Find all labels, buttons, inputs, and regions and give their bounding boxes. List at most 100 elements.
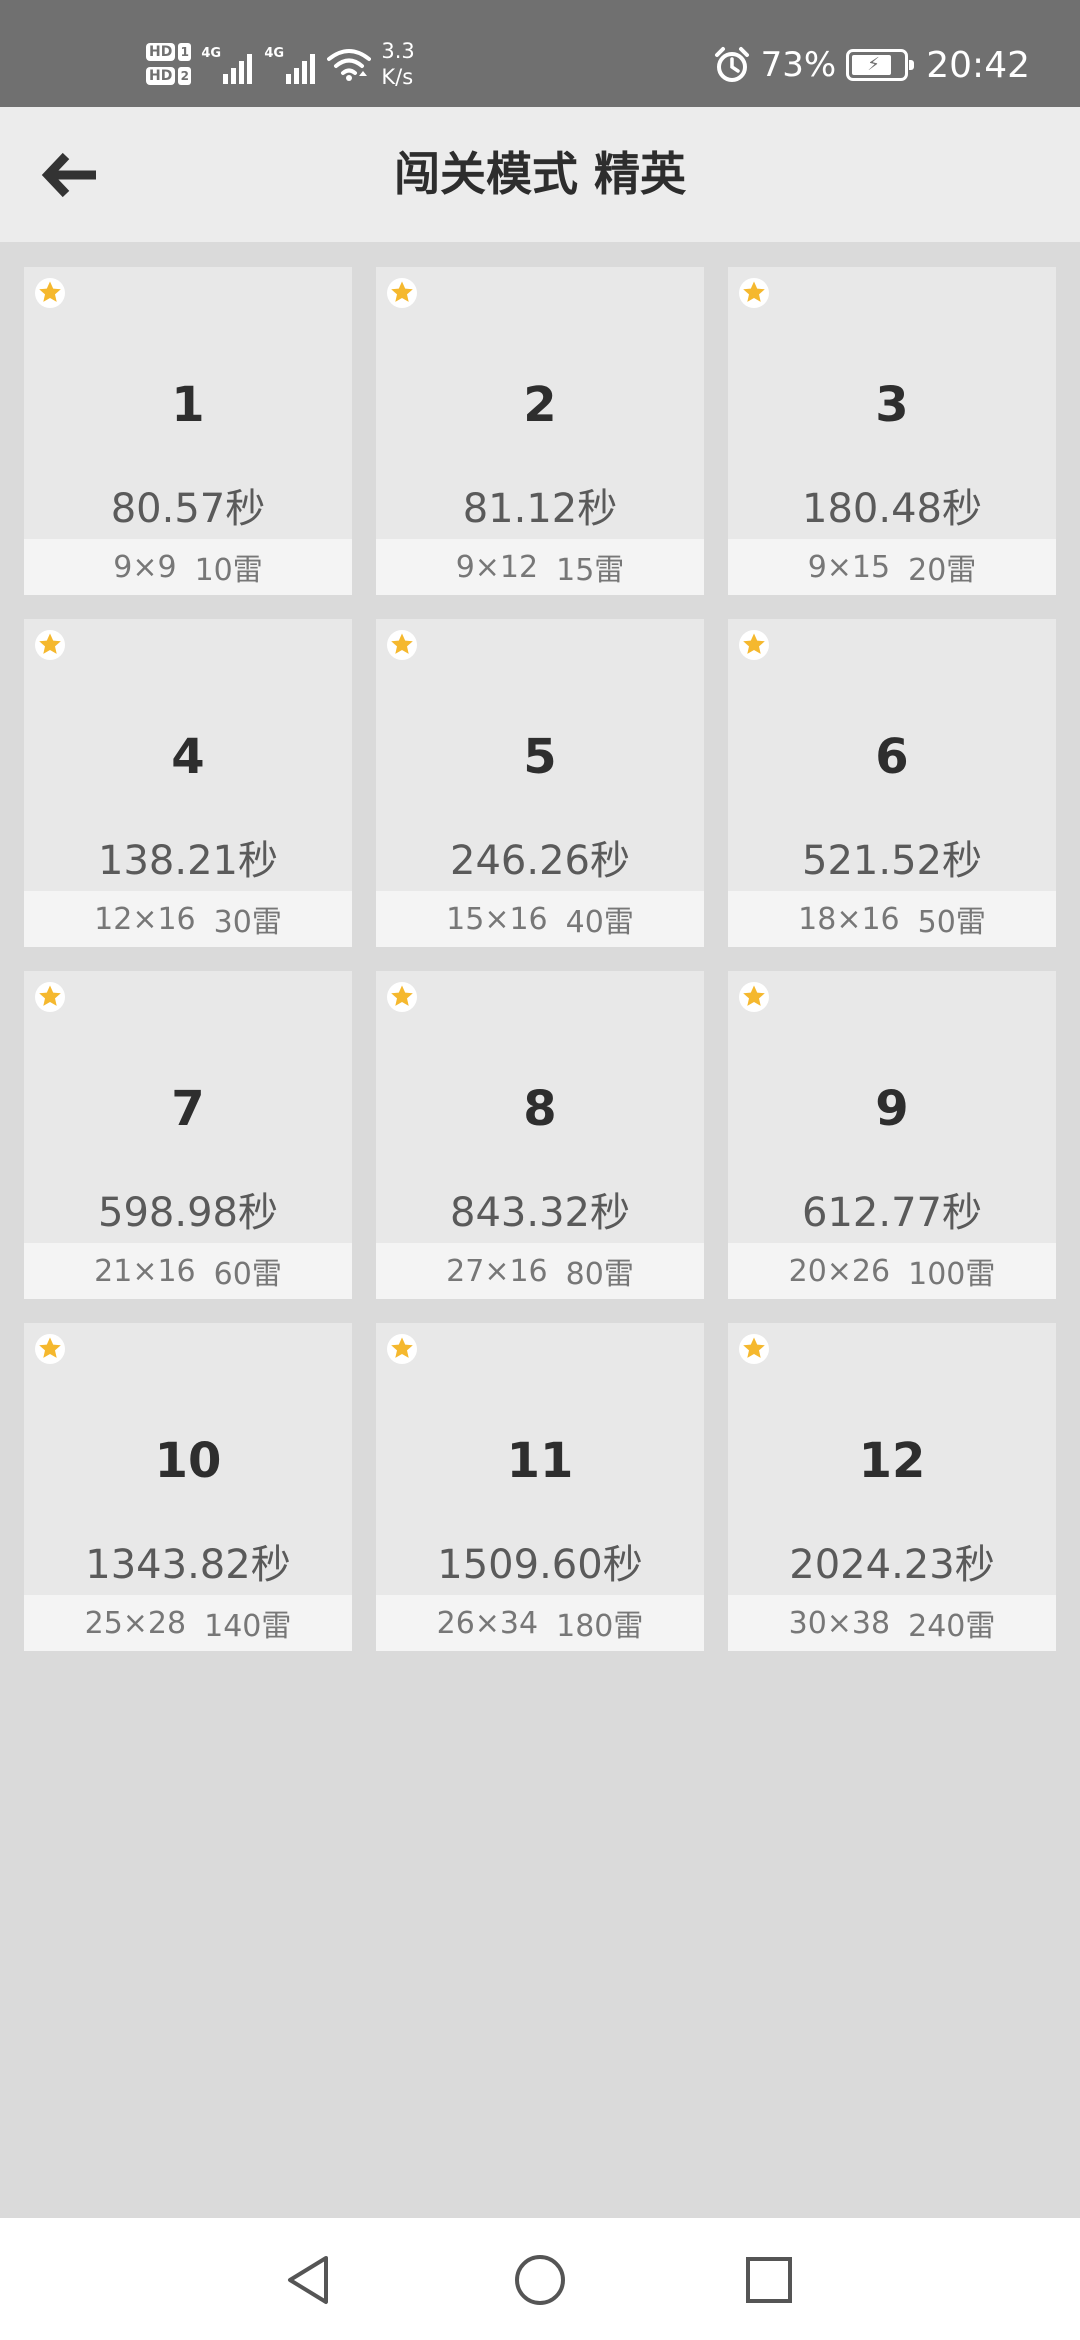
speed-unit: K/s bbox=[381, 65, 414, 89]
level-number: 12 bbox=[858, 1433, 926, 1489]
level-info: 20×26 100雷 bbox=[728, 1243, 1056, 1299]
speed-value: 3.3 bbox=[381, 39, 415, 63]
level-card[interactable]: 2 81.12秒 9×12 15雷 bbox=[376, 267, 704, 595]
level-grid: 1 80.57秒 9×9 10雷 2 81.12秒 9×12 15雷 3 180.48秒 9×15 2… bbox=[24, 267, 1056, 1651]
status-right: 73% ⚡ 20:42 bbox=[713, 40, 1030, 90]
board-size: 27×16 bbox=[446, 1253, 548, 1289]
board-size: 15×16 bbox=[446, 901, 548, 937]
network-type: 4G bbox=[201, 46, 222, 61]
level-card[interactable]: 10 1343.82秒 25×28 140雷 bbox=[24, 1323, 352, 1651]
board-size: 18×16 bbox=[798, 901, 900, 937]
level-info: 30×38 240雷 bbox=[728, 1595, 1056, 1651]
mine-count: 50雷 bbox=[917, 905, 986, 940]
best-time: 180.48秒 bbox=[802, 486, 982, 532]
mine-count: 40雷 bbox=[565, 905, 634, 940]
board-size: 30×38 bbox=[788, 1605, 891, 1641]
nav-recents-button[interactable] bbox=[729, 2240, 809, 2320]
best-time: 521.52秒 bbox=[802, 838, 982, 884]
level-info: 9×12 15雷 bbox=[376, 539, 704, 595]
level-card[interactable]: 6 521.52秒 18×16 50雷 bbox=[728, 619, 1056, 947]
mine-count: 180雷 bbox=[556, 1609, 644, 1644]
board-size: 9×12 bbox=[455, 549, 539, 585]
level-info: 25×28 140雷 bbox=[24, 1595, 352, 1651]
mine-count: 80雷 bbox=[565, 1257, 634, 1292]
clock: 20:42 bbox=[926, 44, 1030, 86]
hd-badge: HD bbox=[146, 67, 176, 85]
board-size: 25×28 bbox=[84, 1605, 187, 1641]
nav-back-button[interactable] bbox=[268, 2240, 348, 2320]
signal-icon: 4G bbox=[201, 44, 253, 84]
board-size: 20×26 bbox=[788, 1253, 891, 1289]
level-card[interactable]: 1 80.57秒 9×9 10雷 bbox=[24, 267, 352, 595]
level-card[interactable]: 8 843.32秒 27×16 80雷 bbox=[376, 971, 704, 1299]
level-card[interactable]: 11 1509.60秒 26×34 180雷 bbox=[376, 1323, 704, 1651]
signal-icon: 4G bbox=[264, 44, 316, 84]
mine-count: 60雷 bbox=[213, 1257, 282, 1292]
level-card[interactable]: 5 246.26秒 15×16 40雷 bbox=[376, 619, 704, 947]
level-card[interactable]: 4 138.21秒 12×16 30雷 bbox=[24, 619, 352, 947]
network-speed: 3.3 K/s bbox=[381, 38, 414, 90]
level-info: 21×16 60雷 bbox=[24, 1243, 352, 1299]
best-time: 2024.23秒 bbox=[789, 1542, 995, 1588]
arrow-left-icon bbox=[41, 152, 96, 198]
page-title: 闯关模式 精英 bbox=[393, 147, 686, 201]
best-time: 246.26秒 bbox=[450, 838, 630, 884]
home-circle-icon bbox=[515, 2255, 565, 2305]
level-card[interactable]: 12 2024.23秒 30×38 240雷 bbox=[728, 1323, 1056, 1651]
star-icon bbox=[35, 1334, 65, 1364]
level-card[interactable]: 3 180.48秒 9×15 20雷 bbox=[728, 267, 1056, 595]
level-info: 9×9 10雷 bbox=[24, 539, 352, 595]
level-info: 27×16 80雷 bbox=[376, 1243, 704, 1299]
level-number: 6 bbox=[875, 729, 909, 785]
level-info: 9×15 20雷 bbox=[728, 539, 1056, 595]
star-icon bbox=[739, 982, 769, 1012]
star-icon bbox=[35, 982, 65, 1012]
star-icon bbox=[35, 630, 65, 660]
best-time: 843.32秒 bbox=[450, 1190, 630, 1236]
mine-count: 10雷 bbox=[194, 553, 263, 588]
level-number: 3 bbox=[875, 377, 909, 433]
wifi-icon bbox=[327, 49, 372, 81]
star-icon bbox=[35, 278, 65, 308]
level-number: 4 bbox=[171, 729, 205, 785]
nav-home-button[interactable] bbox=[500, 2240, 580, 2320]
star-icon bbox=[739, 630, 769, 660]
hd-badge: HD bbox=[146, 43, 176, 61]
back-button[interactable] bbox=[30, 143, 110, 207]
star-icon bbox=[387, 630, 417, 660]
star-icon bbox=[387, 982, 417, 1012]
board-size: 21×16 bbox=[94, 1253, 196, 1289]
star-icon bbox=[387, 1334, 417, 1364]
level-number: 5 bbox=[523, 729, 557, 785]
best-time: 598.98秒 bbox=[98, 1190, 278, 1236]
battery-charging-icon: ⚡ bbox=[846, 49, 915, 81]
best-time: 80.57秒 bbox=[110, 486, 266, 532]
best-time: 81.12秒 bbox=[462, 486, 618, 532]
level-info: 15×16 40雷 bbox=[376, 891, 704, 947]
level-card[interactable]: 9 612.77秒 20×26 100雷 bbox=[728, 971, 1056, 1299]
star-icon bbox=[739, 278, 769, 308]
board-size: 9×9 bbox=[113, 549, 177, 585]
best-time: 138.21秒 bbox=[98, 838, 278, 884]
star-icon bbox=[387, 278, 417, 308]
back-triangle-icon bbox=[288, 2256, 328, 2304]
recents-square-icon bbox=[746, 2257, 792, 2303]
best-time: 1509.60秒 bbox=[437, 1542, 643, 1588]
app-bar: 闯关模式 精英 bbox=[0, 107, 1080, 242]
mine-count: 140雷 bbox=[204, 1609, 292, 1644]
network-type: 4G bbox=[264, 46, 285, 61]
status-bar: HD 1 HD 2 4G 4G 3.3 K/s 73% ⚡ 20:42 bbox=[0, 0, 1080, 107]
level-card[interactable]: 7 598.98秒 21×16 60雷 bbox=[24, 971, 352, 1299]
level-number: 7 bbox=[171, 1081, 205, 1137]
level-number: 2 bbox=[523, 377, 557, 433]
sim-number: 2 bbox=[178, 67, 192, 85]
level-info: 18×16 50雷 bbox=[728, 891, 1056, 947]
board-size: 12×16 bbox=[94, 901, 196, 937]
mine-count: 20雷 bbox=[908, 553, 977, 588]
mine-count: 15雷 bbox=[556, 553, 625, 588]
status-left: HD 1 HD 2 4G 4G 3.3 K/s bbox=[146, 32, 415, 96]
level-number: 10 bbox=[154, 1433, 222, 1489]
best-time: 612.77秒 bbox=[802, 1190, 982, 1236]
mine-count: 240雷 bbox=[908, 1609, 996, 1644]
mine-count: 30雷 bbox=[213, 905, 282, 940]
